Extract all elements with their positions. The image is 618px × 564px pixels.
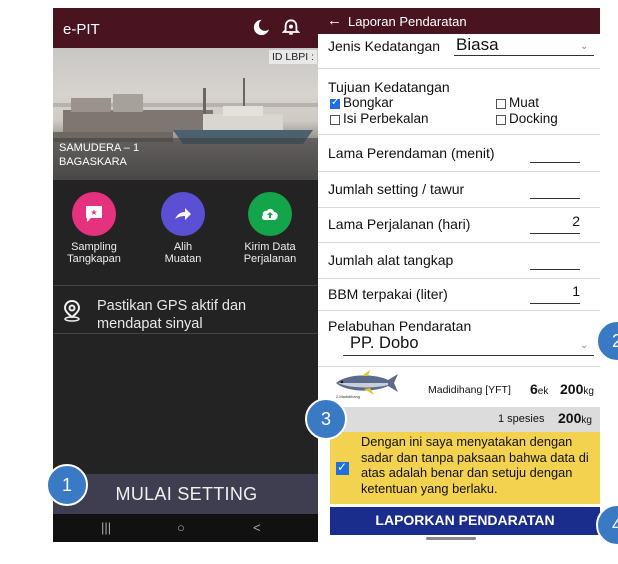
- id-lbpi-label: ID LBPI :: [268, 50, 317, 64]
- share-arrow-icon: [175, 208, 191, 220]
- species-weight: 200kg: [560, 381, 594, 397]
- gps-message: Pastikan GPS aktif dan mendapat sinyal: [97, 298, 247, 332]
- back-button[interactable]: <: [253, 520, 261, 535]
- kirim-data-perjalanan-button[interactable]: Kirim Data Perjalanan: [230, 192, 310, 265]
- vessel-name-line2: BAGASKARA: [59, 156, 127, 168]
- checkbox-label: Isi Perbekalan: [343, 111, 429, 126]
- jumlah-alat-tangkap-label: Jumlah alat tangkap: [328, 252, 454, 268]
- jenis-kedatangan-select[interactable]: Biasa: [456, 35, 499, 55]
- back-arrow-icon[interactable]: ←: [327, 12, 342, 29]
- divider: [318, 68, 600, 69]
- species-count: 6ek: [530, 381, 549, 397]
- callout-1: 1: [46, 464, 88, 506]
- app-title: e-PIT: [63, 21, 100, 38]
- action-label: Kirim Data: [244, 241, 296, 253]
- sampling-tangkapan-button[interactable]: ★ Sampling Tangkapan: [54, 192, 134, 265]
- lama-perjalanan-input[interactable]: 2: [530, 213, 580, 229]
- page-title: Laporan Pendaratan: [348, 14, 467, 29]
- action-label: Muatan: [164, 253, 202, 265]
- pelabuhan-select[interactable]: PP. Dobo: [350, 334, 419, 353]
- divider: [318, 171, 600, 172]
- lama-perjalanan-label: Lama Perjalanan (hari): [328, 216, 471, 232]
- gesture-handle: [426, 537, 476, 540]
- divider: [318, 310, 600, 311]
- sample-chat-icon: ★: [86, 206, 102, 222]
- divider: [53, 333, 320, 334]
- chevron-down-icon: ⌄: [580, 340, 589, 351]
- action-label: Perjalanan: [243, 253, 297, 265]
- lama-perendaman-label: Lama Perendaman (menit): [328, 145, 495, 161]
- divider: [318, 242, 600, 243]
- tujuan-kedatangan-label: Tujuan Kedatangan: [328, 79, 450, 95]
- vessel-photo: ID LBPI : SAMUDERA – 1 BAGASKARA: [53, 48, 320, 180]
- checkbox-label: Muat: [509, 95, 540, 110]
- divider: [318, 207, 600, 208]
- weight-total: 200kg: [558, 410, 592, 426]
- input-underline: [530, 303, 580, 304]
- svg-text:★: ★: [90, 208, 97, 217]
- action-label: Tangkapan: [67, 253, 121, 265]
- consent-text: Dengan ini saya menyatakan dengan sadar …: [361, 434, 589, 496]
- pelabuhan-label: Pelabuhan Pendaratan: [328, 318, 472, 334]
- jenis-kedatangan-label: Jenis Kedatangan: [328, 38, 441, 54]
- species-name: Madidihang [YFT]: [428, 384, 511, 396]
- checkbox-bongkar[interactable]: [330, 97, 340, 109]
- checkbox-muat[interactable]: [496, 99, 506, 109]
- checkbox-label: Docking: [509, 111, 558, 126]
- chevron-down-icon: ⌄: [580, 41, 589, 52]
- location-pin-icon: [63, 300, 81, 322]
- checkbox-label: Bongkar: [343, 95, 394, 110]
- system-nav-bar: [53, 514, 320, 542]
- fish-image-caption: 2.Madidihang: [336, 394, 361, 399]
- checkbox-isi-perbekalan[interactable]: [330, 115, 340, 125]
- action-label: Alih: [173, 241, 193, 253]
- home-screen: e-PIT ID LBPI : SAMUDERA – 1 BAGASKARA ★…: [53, 8, 320, 542]
- alih-muatan-button[interactable]: Alih Muatan: [143, 192, 223, 265]
- fish-image: [336, 370, 398, 395]
- callout-3: 3: [305, 398, 347, 440]
- divider: [318, 278, 600, 279]
- recent-apps-button[interactable]: |||: [101, 520, 111, 535]
- jumlah-setting-label: Jumlah setting / tawur: [328, 181, 465, 197]
- bbm-terpakai-input[interactable]: 1: [530, 283, 580, 299]
- cloud-upload-icon: [261, 208, 278, 220]
- home-button[interactable]: ○: [177, 520, 185, 535]
- dark-mode-icon[interactable]: [253, 19, 270, 36]
- divider: [53, 285, 320, 286]
- mulai-setting-label: MULAI SETTING: [115, 484, 258, 504]
- divider: [318, 366, 600, 367]
- species-total: 1 spesies: [498, 413, 545, 425]
- landing-report-screen: ← Laporan Pendaratan Jenis Kedatangan Bi…: [318, 8, 600, 542]
- laporkan-pendaratan-label: LAPORKAN PENDARATAN: [375, 512, 555, 528]
- input-underline: [530, 233, 580, 234]
- input-underline: [530, 198, 580, 199]
- input-underline: [530, 269, 580, 270]
- checkbox-docking[interactable]: [496, 115, 506, 125]
- alarm-bell-icon[interactable]: [282, 18, 300, 37]
- divider: [318, 134, 600, 135]
- vessel-name: SAMUDERA – 1: [59, 142, 140, 154]
- input-underline: [530, 162, 580, 163]
- select-underline: [454, 55, 594, 56]
- action-label: Sampling: [71, 241, 117, 253]
- consent-checkbox[interactable]: [336, 460, 349, 475]
- select-underline: [343, 355, 594, 356]
- bbm-terpakai-label: BBM terpakai (liter): [328, 286, 448, 302]
